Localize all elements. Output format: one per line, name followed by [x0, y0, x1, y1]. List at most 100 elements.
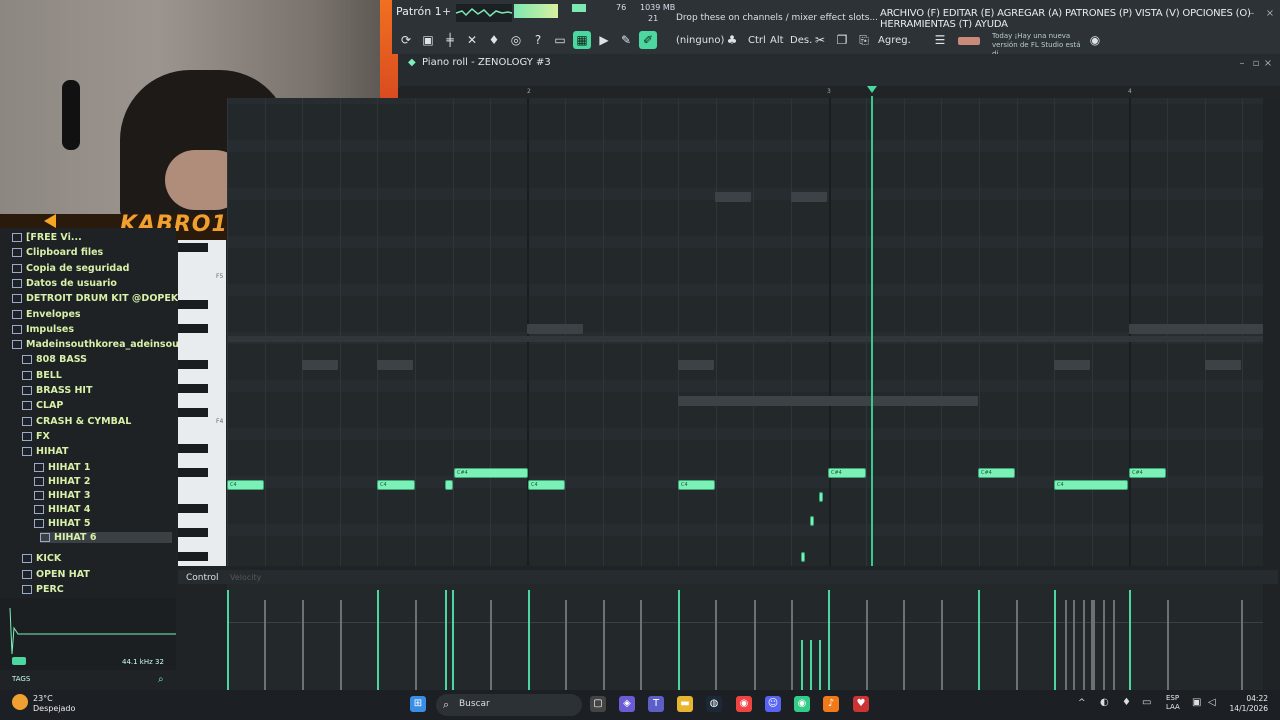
note[interactable]	[819, 492, 823, 502]
browser-item[interactable]: KICK	[22, 553, 61, 564]
app-icon[interactable]: ♥	[853, 696, 869, 712]
paste-icon[interactable]: ⎘	[855, 31, 873, 49]
playhead-marker[interactable]	[867, 86, 877, 93]
velocity-bar[interactable]	[445, 590, 447, 690]
clock[interactable]: 04:22 14/1/2026	[1228, 694, 1268, 714]
browser-item[interactable]: HIHAT	[22, 446, 69, 457]
velocity-bar[interactable]	[1073, 600, 1075, 690]
note[interactable]: C#4	[828, 468, 866, 478]
black-key[interactable]	[178, 243, 208, 252]
piano-keys[interactable]: F5 F4	[178, 240, 226, 566]
note[interactable]: C4	[528, 480, 565, 490]
velocity-bar[interactable]	[978, 590, 980, 690]
velocity-bar[interactable]	[565, 600, 567, 690]
velocity-bar[interactable]	[340, 600, 342, 690]
stamp-icon[interactable]: ♣	[723, 31, 741, 49]
velocity-bar[interactable]	[678, 590, 680, 690]
weather-icon[interactable]	[12, 694, 28, 710]
preview-play-icon[interactable]	[12, 657, 26, 665]
black-key[interactable]	[178, 444, 208, 453]
black-key[interactable]	[178, 360, 208, 369]
browser-item[interactable]: HIHAT 6	[40, 531, 172, 543]
note[interactable]	[810, 516, 814, 526]
teams-icon[interactable]: T	[648, 696, 664, 712]
search-icon[interactable]: ⌕	[158, 674, 164, 685]
note[interactable]: C4	[678, 480, 715, 490]
step-seq-icon[interactable]: ▦	[573, 31, 591, 49]
velocity-bar[interactable]	[1167, 600, 1169, 690]
ctrl-button[interactable]: Ctrl	[748, 35, 766, 46]
instrument-thumbnail[interactable]	[958, 37, 980, 45]
browser-item[interactable]: HIHAT 2	[34, 476, 90, 487]
mixer-icon[interactable]: ╪	[441, 31, 459, 49]
pr-minimize-icon[interactable]: –	[1236, 58, 1248, 70]
velocity-bar[interactable]	[377, 590, 379, 690]
note[interactable]: C4	[1054, 480, 1128, 490]
velocity-bar[interactable]	[1093, 600, 1095, 690]
chrome-profile-icon[interactable]: ◉	[794, 696, 810, 712]
tray-app-icon[interactable]: ◐	[1100, 697, 1109, 708]
browser-item[interactable]: OPEN HAT	[22, 569, 90, 580]
note[interactable]: C4	[377, 480, 415, 490]
velocity-bar[interactable]	[1016, 600, 1018, 690]
add-pattern-icon[interactable]: +	[442, 5, 451, 18]
copy-icon[interactable]: ❐	[833, 31, 851, 49]
minimize-icon[interactable]: –	[1246, 8, 1258, 20]
cut-icon[interactable]: ✂	[811, 31, 829, 49]
black-key[interactable]	[178, 384, 208, 393]
browser-item[interactable]: BELL	[22, 370, 62, 381]
keyboard-icon[interactable]: ▭	[1142, 697, 1151, 708]
velocity-bar[interactable]	[227, 590, 229, 690]
velocity-bar[interactable]	[866, 600, 868, 690]
loop-icon[interactable]: ⟳	[397, 31, 415, 49]
browser-icon[interactable]: ◎	[507, 31, 525, 49]
browser-item[interactable]: 808 BASS	[22, 354, 87, 365]
velocity-bar[interactable]	[791, 600, 793, 690]
undo-button[interactable]: Des.	[790, 35, 812, 46]
draw-tool-icon[interactable]: ✐	[639, 31, 657, 49]
black-key[interactable]	[178, 408, 208, 417]
note[interactable]	[801, 552, 805, 562]
velocity-bar[interactable]	[801, 640, 803, 690]
velocity-bar[interactable]	[415, 600, 417, 690]
velocity-bar[interactable]	[640, 600, 642, 690]
velocity-bar[interactable]	[903, 600, 905, 690]
fl-studio-icon[interactable]: ♪	[823, 696, 839, 712]
language-indicator[interactable]: ESP LAA	[1166, 694, 1180, 712]
alt-button[interactable]: Alt	[770, 35, 784, 46]
velocity-bar[interactable]	[941, 600, 943, 690]
black-key[interactable]	[178, 468, 208, 477]
velocity-bar[interactable]	[490, 600, 492, 690]
note[interactable]: C#4	[1129, 468, 1166, 478]
browser-item[interactable]: HIHAT 5	[34, 518, 90, 529]
steam-icon[interactable]: ◍	[706, 696, 722, 712]
note[interactable]: C4	[227, 480, 264, 490]
velocity-bar[interactable]	[810, 640, 812, 690]
velocity-bar[interactable]	[828, 590, 830, 690]
piano-roll-icon[interactable]: ▭	[551, 31, 569, 49]
tags-label[interactable]: TAGS	[12, 675, 30, 683]
monitor-icon[interactable]: ▣	[1192, 697, 1201, 708]
velocity-bar[interactable]	[1054, 590, 1056, 690]
channel-rack-icon[interactable]: ✕	[463, 31, 481, 49]
weather-widget[interactable]: 23°C Despejado	[33, 694, 75, 714]
add-button[interactable]: Agreg.	[878, 35, 911, 46]
velocity-bar[interactable]	[819, 640, 821, 690]
black-key[interactable]	[178, 504, 208, 513]
velocity-bar[interactable]	[1103, 600, 1105, 690]
mic-icon[interactable]: ♦	[1122, 697, 1131, 708]
online-icon[interactable]: ◉	[1086, 31, 1104, 49]
browser-item[interactable]: Clipboard files	[12, 247, 103, 258]
discord-icon[interactable]: ☺	[765, 696, 781, 712]
browser-item[interactable]: CRASH & CYMBAL	[22, 416, 131, 427]
velocity-bar[interactable]	[754, 600, 756, 690]
control-select[interactable]: Velocity	[230, 573, 261, 582]
tray-chevron-icon[interactable]: ^	[1078, 698, 1086, 708]
play-arrow-icon[interactable]: ▶	[595, 31, 613, 49]
browser-item[interactable]: CLAP	[22, 400, 63, 411]
velocity-bar[interactable]	[528, 590, 530, 690]
black-key[interactable]	[178, 552, 208, 561]
browser-item[interactable]: HIHAT 4	[34, 504, 90, 515]
browser-item[interactable]: [FREE Vi...	[12, 232, 82, 243]
black-key[interactable]	[178, 300, 208, 309]
